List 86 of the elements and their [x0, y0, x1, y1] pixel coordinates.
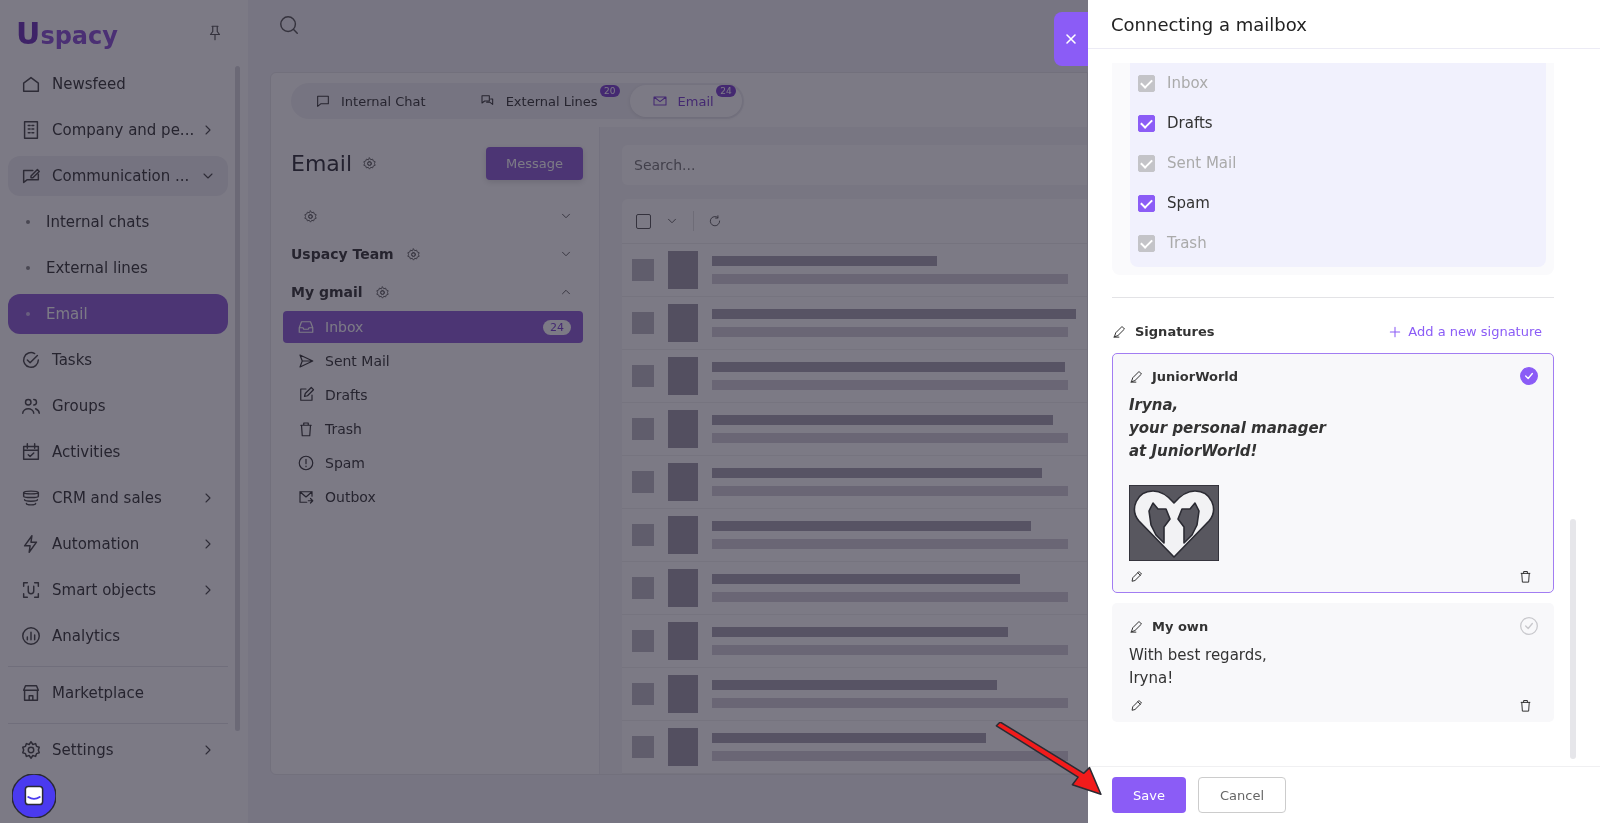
edit-icon[interactable] [1129, 698, 1144, 713]
checkbox[interactable] [1138, 114, 1155, 132]
plus-icon [1388, 324, 1403, 339]
settings-icon[interactable] [405, 246, 421, 262]
panel-title: Connecting a mailbox [1111, 13, 1307, 35]
new-message-button[interactable]: Message [486, 146, 583, 180]
checkbox-label: Spam [1167, 194, 1210, 212]
folder-item[interactable]: Spam [283, 447, 583, 479]
pen-icon [1129, 368, 1144, 384]
account-name: My gmail [291, 284, 363, 300]
chat-button[interactable] [12, 774, 56, 818]
nav-item[interactable]: Marketplace [8, 673, 228, 713]
settings-icon[interactable] [303, 208, 318, 224]
signature-text: With best regards, Iryna! [1129, 645, 1268, 689]
nav-icon [20, 625, 42, 647]
nav-item[interactable]: Settings [8, 730, 228, 770]
nav-icon [20, 682, 42, 704]
count-badge: 20 [600, 85, 620, 97]
select-check-icon[interactable] [1519, 616, 1539, 636]
inbox-tray-icon [297, 318, 315, 336]
settings-icon[interactable] [374, 284, 390, 300]
nav-item[interactable]: Smart objects [8, 570, 228, 610]
nav-item[interactable]: Company and pe... [8, 110, 228, 150]
account-name: Uspacy Team [291, 246, 394, 262]
search-field[interactable]: Search... [622, 145, 1087, 185]
nav-subitem[interactable]: External lines [8, 248, 228, 288]
checkbox[interactable] [636, 213, 651, 229]
folder-item[interactable]: Trash [283, 413, 583, 445]
nav-item[interactable]: Activities [8, 432, 228, 472]
nav-icon [20, 349, 42, 371]
logo[interactable]: Uspacy [16, 15, 118, 51]
search-icon[interactable] [278, 14, 300, 36]
envelope-arrow-icon [297, 488, 315, 506]
tab[interactable]: Email 24 [629, 85, 742, 117]
folder-item[interactable]: Outbox [283, 481, 583, 513]
nav-subitem[interactable]: Email [8, 294, 228, 334]
nav-item[interactable]: CRM and sales [8, 478, 228, 518]
checkbox-label: Inbox [1167, 74, 1209, 92]
speech-bubble-icon [315, 93, 331, 109]
pen-icon [1112, 324, 1127, 339]
tab[interactable]: External Lines 20 [457, 85, 626, 117]
checkbox-label: Sent Mail [1167, 154, 1237, 172]
nav-item[interactable]: Groups [8, 386, 228, 426]
count-badge: 24 [543, 319, 571, 335]
trash-icon [297, 420, 315, 438]
add-signature-link[interactable]: Add a new signature [1388, 324, 1542, 339]
nav-item[interactable]: Analytics [8, 616, 228, 656]
nav-icon [20, 487, 42, 509]
tab[interactable]: Internal Chat [293, 85, 454, 117]
nav-subitem[interactable]: Internal chats [8, 202, 228, 242]
close-icon [1063, 31, 1079, 47]
signature-card[interactable]: My own With best regards, Iryna! [1112, 603, 1554, 722]
close-button[interactable] [1054, 12, 1088, 66]
save-button[interactable]: Save [1112, 777, 1186, 813]
nav-icon [20, 739, 42, 761]
account-row[interactable]: My gmail [283, 273, 583, 311]
cancel-button[interactable]: Cancel [1198, 777, 1286, 813]
signature-card[interactable]: JuniorWorld Iryna, your personal manager at JuniorWorld! [1112, 353, 1554, 593]
delete-icon[interactable] [1518, 698, 1533, 713]
nav-item[interactable]: Tasks [8, 340, 228, 380]
section-title: Signatures [1135, 324, 1215, 339]
envelope-icon [651, 93, 668, 109]
nav-icon [20, 441, 42, 463]
page-title: Email [291, 150, 353, 176]
nav-item[interactable]: Automation [8, 524, 228, 564]
account-row[interactable]: Uspacy Team [283, 235, 583, 273]
checkbox-label: Trash [1167, 234, 1207, 252]
refresh-icon[interactable] [708, 214, 722, 228]
select-check-icon[interactable] [1519, 366, 1539, 386]
folder-item[interactable]: Drafts [283, 379, 583, 411]
checkbox-label: Drafts [1167, 114, 1213, 132]
nav-icon [20, 579, 42, 601]
folder-item[interactable]: Sent Mail [283, 345, 583, 377]
checkbox[interactable] [1138, 194, 1155, 212]
paper-plane-icon [297, 352, 315, 370]
nav-item[interactable]: Communication ... [8, 156, 228, 196]
settings-icon[interactable] [362, 155, 378, 171]
signature-name: JuniorWorld [1152, 368, 1239, 384]
signature-name: My own [1152, 618, 1209, 634]
delete-icon[interactable] [1518, 569, 1533, 584]
count-badge: 24 [716, 85, 736, 97]
nav-item[interactable]: Newsfeed [8, 64, 228, 104]
signature-text: Iryna, your personal manager at JuniorWorld! [1129, 395, 1328, 462]
folder-item[interactable]: Inbox 24 [283, 311, 583, 343]
pen-icon [1129, 618, 1144, 634]
edit-icon[interactable] [1129, 569, 1144, 584]
